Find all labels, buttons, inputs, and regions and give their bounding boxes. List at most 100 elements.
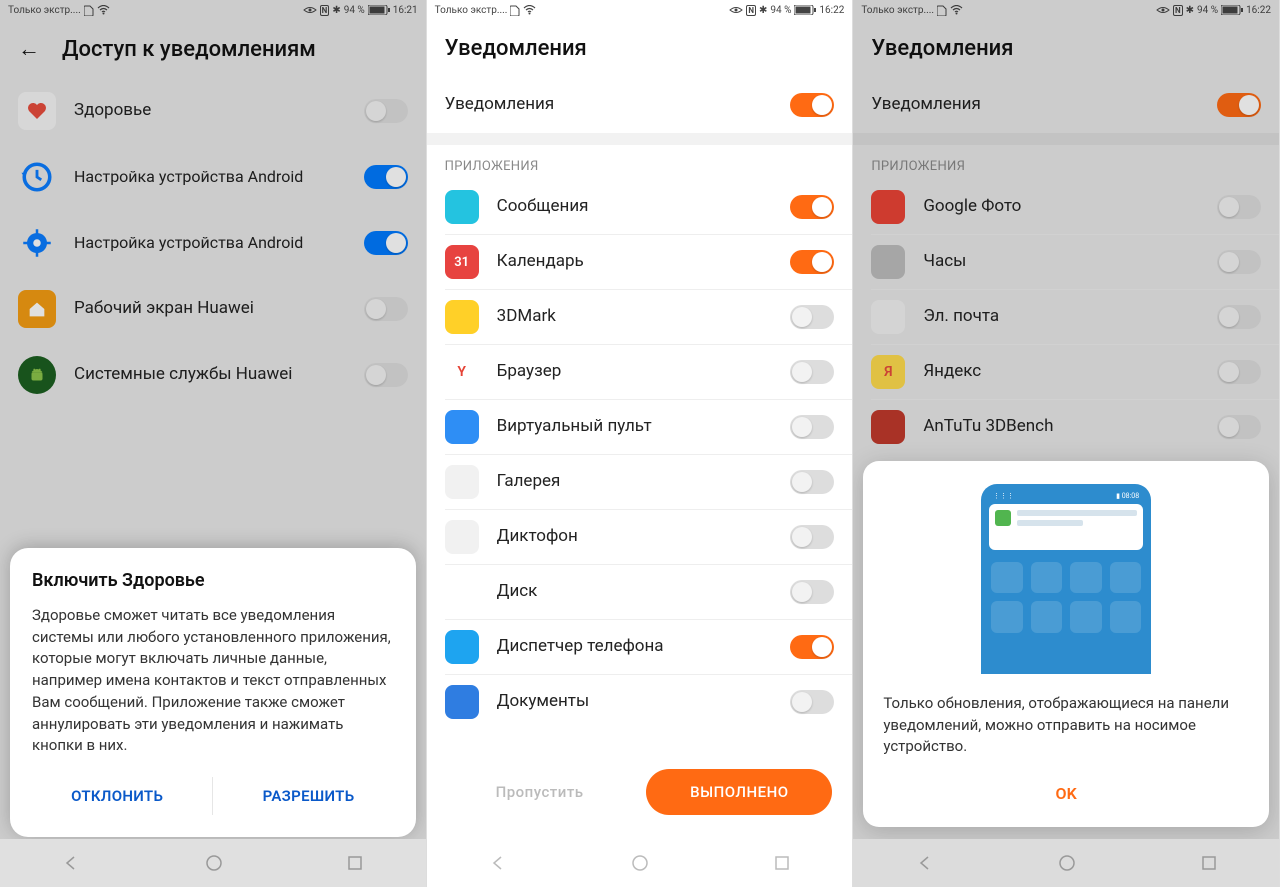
list-item-huawei-home[interactable]: Рабочий экран Huawei (0, 276, 426, 342)
nav-home-icon[interactable] (205, 854, 223, 872)
toggle[interactable] (790, 305, 834, 329)
eye-icon (1156, 6, 1170, 14)
toggle[interactable] (1217, 93, 1261, 117)
toggle[interactable] (790, 250, 834, 274)
page-title: Уведомления (445, 36, 587, 61)
app-label: Галерея (497, 471, 791, 492)
toggle[interactable] (364, 99, 408, 123)
app-icon (445, 300, 479, 334)
toggle[interactable] (790, 580, 834, 604)
nav-home-icon[interactable] (631, 854, 649, 872)
app-row[interactable]: Эл. почта (853, 290, 1279, 344)
app-row[interactable]: AnTuTu 3DBench (853, 400, 1279, 454)
toggle[interactable] (1217, 305, 1261, 329)
app-row[interactable]: Google Фото (853, 180, 1279, 234)
toggle[interactable] (364, 231, 408, 255)
toggle[interactable] (790, 195, 834, 219)
toggle[interactable] (364, 165, 408, 189)
toggle[interactable] (790, 635, 834, 659)
app-label: Сообщения (497, 196, 791, 217)
nav-back-icon[interactable] (489, 854, 507, 872)
app-row[interactable]: 31 Календарь (427, 235, 853, 289)
app-row[interactable]: Документы (427, 675, 853, 729)
nav-back-icon[interactable] (916, 854, 934, 872)
sim-icon (84, 4, 94, 16)
app-row[interactable]: ЯЯндекс (853, 345, 1279, 399)
toggle[interactable] (1217, 360, 1261, 384)
toggle[interactable] (790, 470, 834, 494)
app-icon (445, 520, 479, 554)
clock-text: 16:22 (819, 5, 844, 16)
app-row[interactable]: Диск (427, 565, 853, 619)
header: Уведомления (427, 20, 853, 77)
app-icon (871, 410, 905, 444)
app-label: Календарь (497, 251, 791, 272)
heart-icon (25, 99, 49, 123)
toggle[interactable] (790, 690, 834, 714)
home-icon (26, 298, 48, 320)
nav-recent-icon[interactable] (1201, 855, 1217, 871)
nav-back-icon[interactable] (62, 854, 80, 872)
list-item-label: Системные службы Huawei (74, 364, 364, 385)
clock-text: 16:21 (393, 5, 418, 16)
section-header: ПРИЛОЖЕНИЯ (853, 145, 1279, 180)
master-toggle-label: Уведомления (445, 94, 791, 115)
wifi-icon (950, 5, 963, 15)
app-row[interactable]: 3DMark (427, 290, 853, 344)
status-bar: Только экстр.... N ✱ 94 % 16:22 (427, 0, 853, 20)
app-row[interactable]: Часы (853, 235, 1279, 289)
app-icon (445, 630, 479, 664)
app-row[interactable]: Y Браузер (427, 345, 853, 399)
toggle[interactable] (364, 363, 408, 387)
sim-icon (510, 4, 520, 16)
toggle[interactable] (1217, 250, 1261, 274)
app-icon (871, 300, 905, 334)
info-dialog: ⋮⋮⋮▮ 08:08 Только обновления, отображающ… (863, 461, 1269, 827)
app-row[interactable]: Диспетчер телефона (427, 620, 853, 674)
list-item-huawei-services[interactable]: Системные службы Huawei (0, 342, 426, 408)
list-item-device-setup[interactable]: Настройка устройства Android (0, 144, 426, 210)
toggle[interactable] (1217, 195, 1261, 219)
app-label: Диктофон (497, 526, 791, 547)
app-label: Google Фото (923, 196, 1217, 217)
toggle[interactable] (1217, 415, 1261, 439)
list-item-label: Рабочий экран Huawei (74, 298, 364, 319)
toggle[interactable] (790, 93, 834, 117)
master-toggle-row[interactable]: Уведомления (853, 77, 1279, 133)
back-arrow-icon[interactable]: ← (18, 36, 40, 62)
ok-button[interactable]: OK (883, 772, 1249, 815)
app-row[interactable]: Сообщения (427, 180, 853, 234)
list-item-device-setup-2[interactable]: Настройка устройства Android (0, 210, 426, 276)
app-label: Браузер (497, 361, 791, 382)
done-button[interactable]: ВЫПОЛНЕНО (646, 769, 832, 815)
allow-button[interactable]: РАЗРЕШИТЬ (223, 777, 393, 815)
app-row[interactable]: Диктофон (427, 510, 853, 564)
bottom-bar: Пропустить ВЫПОЛНЕНО (427, 757, 853, 827)
app-icon: 31 (445, 245, 479, 279)
info-illustration: ⋮⋮⋮▮ 08:08 (883, 479, 1249, 679)
app-row[interactable]: Галерея (427, 455, 853, 509)
master-toggle-row[interactable]: Уведомления (427, 77, 853, 133)
bluetooth-icon: ✱ (1186, 5, 1194, 16)
nav-recent-icon[interactable] (774, 855, 790, 871)
list-item-health[interactable]: Здоровье (0, 78, 426, 144)
android-icon (26, 364, 48, 386)
app-icon (871, 190, 905, 224)
deny-button[interactable]: ОТКЛОНИТЬ (32, 777, 202, 815)
battery-pct: 94 % (344, 5, 365, 16)
dialog-body: Здоровье сможет читать все уведомления с… (32, 605, 394, 757)
page-title: Доступ к уведомлениям (62, 37, 316, 62)
wifi-icon (97, 5, 110, 15)
app-row[interactable]: Виртуальный пульт (427, 400, 853, 454)
bluetooth-icon: ✱ (759, 5, 767, 16)
toggle[interactable] (364, 297, 408, 321)
toggle[interactable] (790, 415, 834, 439)
restore-icon (20, 160, 54, 194)
app-icon: Y (445, 355, 479, 389)
info-text: Только обновления, отображающиеся на пан… (883, 693, 1249, 758)
nav-recent-icon[interactable] (347, 855, 363, 871)
toggle[interactable] (790, 360, 834, 384)
toggle[interactable] (790, 525, 834, 549)
skip-button[interactable]: Пропустить (447, 769, 633, 815)
nav-home-icon[interactable] (1058, 854, 1076, 872)
